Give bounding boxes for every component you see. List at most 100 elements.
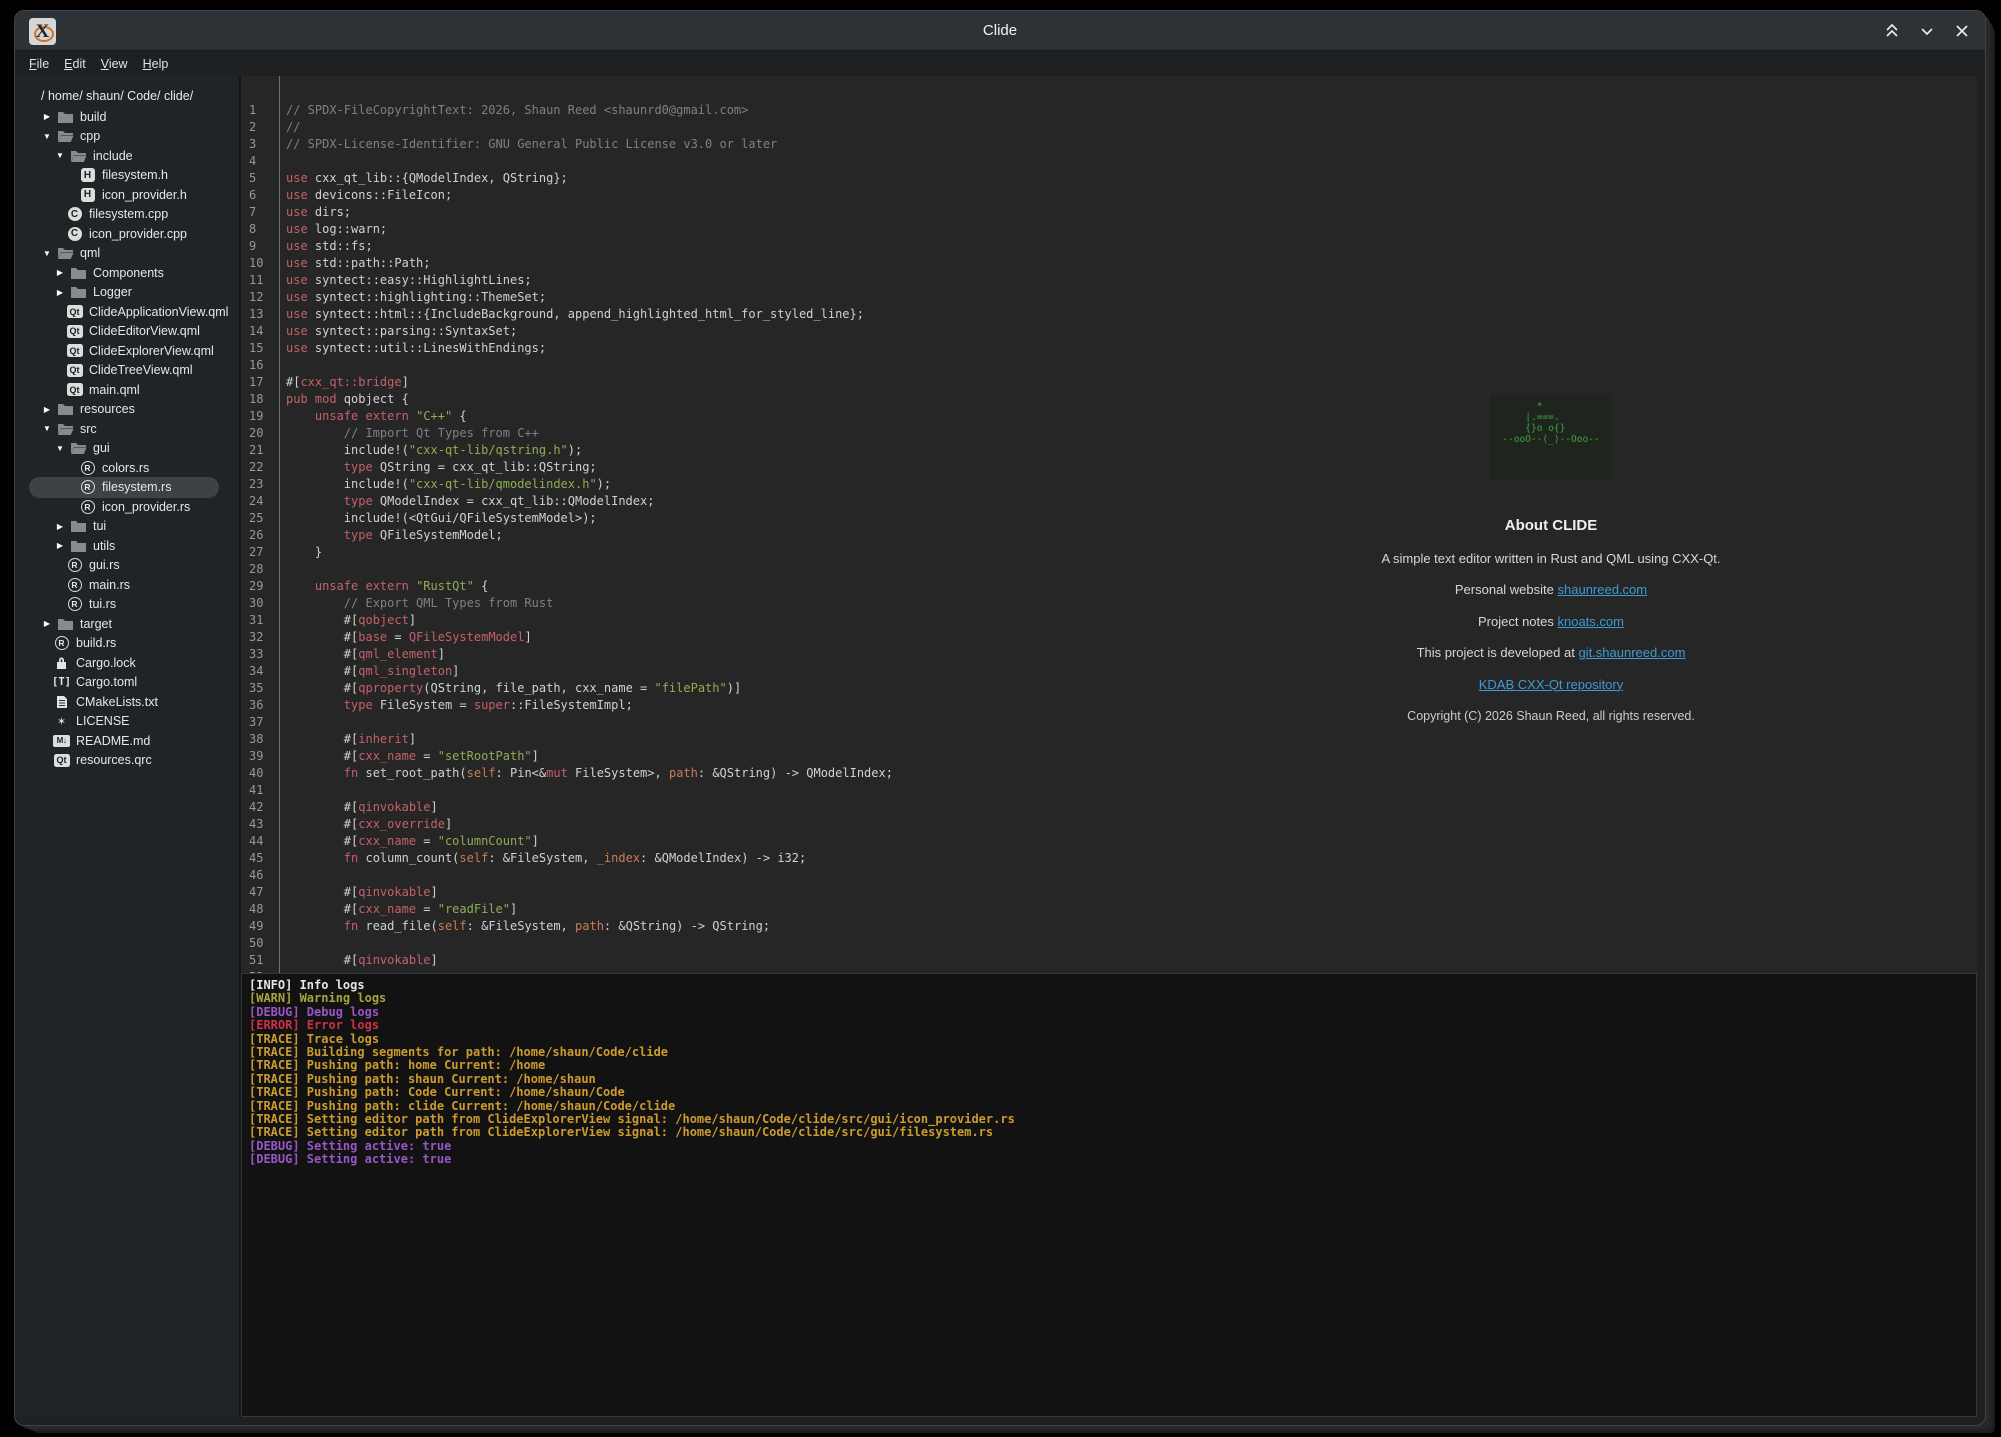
tree-item-license[interactable]: ✶LICENSE bbox=[31, 712, 239, 732]
tree-item-tui[interactable]: ▶tui bbox=[31, 517, 239, 537]
line-number: 3 bbox=[241, 136, 279, 153]
log-line-trace: [TRACE] Trace logs bbox=[249, 1033, 1976, 1046]
tree-item-clidetreeview-qml[interactable]: QtClideTreeView.qml bbox=[31, 361, 239, 381]
line-number: 4 bbox=[241, 153, 279, 170]
tree-item-main-qml[interactable]: Qtmain.qml bbox=[31, 380, 239, 400]
chevron-down-icon[interactable]: ▼ bbox=[54, 444, 66, 453]
tree-item-cpp[interactable]: ▼cpp bbox=[31, 127, 239, 147]
qt-file-icon: Qt bbox=[66, 343, 83, 358]
title-bar[interactable]: X Clide bbox=[15, 11, 1985, 51]
tree-item-label: LICENSE bbox=[76, 714, 130, 728]
line-number: 39 bbox=[241, 748, 279, 765]
tree-item-gui-rs[interactable]: Rgui.rs bbox=[31, 556, 239, 576]
tree-item-label: gui bbox=[93, 441, 110, 455]
qt-file-icon: Qt bbox=[66, 382, 83, 397]
tree-item-utils[interactable]: ▶utils bbox=[31, 536, 239, 556]
tree-item-label: tui.rs bbox=[89, 597, 116, 611]
menu-file[interactable]: File bbox=[29, 57, 49, 71]
code-line: 50 bbox=[241, 935, 1977, 952]
shade-button[interactable] bbox=[1879, 18, 1905, 44]
about-link-line: KDAB CXX-Qt repository bbox=[1241, 677, 1861, 692]
file-tree: ▶build▼cpp▼includeHfilesystem.hHicon_pro… bbox=[31, 107, 239, 770]
tree-item-main-rs[interactable]: Rmain.rs bbox=[31, 575, 239, 595]
tree-item-resources-qrc[interactable]: Qtresources.qrc bbox=[31, 751, 239, 771]
tree-item-clideeditorview-qml[interactable]: QtClideEditorView.qml bbox=[31, 322, 239, 342]
chevron-right-icon[interactable]: ▶ bbox=[41, 619, 53, 628]
code-line: 10use std::path::Path; bbox=[241, 255, 1977, 272]
tree-item-components[interactable]: ▶Components bbox=[31, 263, 239, 283]
menu-bar: File Edit View Help bbox=[15, 52, 1985, 76]
tree-item-readme-md[interactable]: M↓README.md bbox=[31, 731, 239, 751]
chevron-right-icon[interactable]: ▶ bbox=[54, 541, 66, 550]
code-editor[interactable]: 1// SPDX-FileCopyrightText: 2026, Shaun … bbox=[241, 76, 1977, 973]
chevron-right-icon[interactable]: ▶ bbox=[54, 522, 66, 531]
tree-item-tui-rs[interactable]: Rtui.rs bbox=[31, 595, 239, 615]
file-tree-panel[interactable]: / home/ shaun/ Code/ clide/ ▶build▼cpp▼i… bbox=[15, 76, 241, 1417]
close-button[interactable] bbox=[1949, 18, 1975, 44]
link-knoats-com[interactable]: knoats.com bbox=[1558, 614, 1624, 629]
chevron-right-icon[interactable]: ▶ bbox=[41, 405, 53, 414]
code-text: // bbox=[279, 119, 300, 136]
qt-file-icon: Qt bbox=[66, 324, 83, 339]
chevron-down-icon[interactable]: ▼ bbox=[41, 132, 53, 141]
tree-item-label: Cargo.lock bbox=[76, 656, 136, 670]
code-text: include!("cxx-qt-lib/qmodelindex.h"); bbox=[279, 476, 611, 493]
code-text: #[cxx_override] bbox=[279, 816, 452, 833]
tree-item-gui[interactable]: ▼ gui bbox=[31, 439, 239, 459]
tree-item-icon-provider-h[interactable]: Hicon_provider.h bbox=[31, 185, 239, 205]
line-number: 9 bbox=[241, 238, 279, 255]
tree-item-target[interactable]: ▶target bbox=[31, 614, 239, 634]
text-file-icon bbox=[53, 694, 70, 709]
tree-item-clideexplorerview-qml[interactable]: QtClideExplorerView.qml bbox=[31, 341, 239, 361]
tree-item-label: icon_provider.h bbox=[102, 188, 187, 202]
tree-item-include[interactable]: ▼include bbox=[31, 146, 239, 166]
tree-item-cmakelists-txt[interactable]: CMakeLists.txt bbox=[31, 692, 239, 712]
tree-item-src[interactable]: ▼src bbox=[31, 419, 239, 439]
tree-item-build-rs[interactable]: Rbuild.rs bbox=[31, 634, 239, 654]
tree-item-filesystem-rs[interactable]: Rfilesystem.rs bbox=[31, 478, 239, 498]
link-git-shaunreed-com[interactable]: git.shaunreed.com bbox=[1578, 645, 1685, 660]
menu-mnemonic: H bbox=[143, 57, 152, 71]
folder-open-icon bbox=[70, 441, 87, 456]
code-text bbox=[279, 153, 286, 170]
chevron-right-icon[interactable]: ▶ bbox=[54, 268, 66, 277]
tree-item-icon-provider-cpp[interactable]: Cicon_provider.cpp bbox=[31, 224, 239, 244]
chevron-down-icon[interactable]: ▼ bbox=[54, 151, 66, 160]
line-number: 26 bbox=[241, 527, 279, 544]
tree-item-cargo-lock[interactable]: Cargo.lock bbox=[31, 653, 239, 673]
tree-item-colors-rs[interactable]: Rcolors.rs bbox=[31, 458, 239, 478]
tree-item-filesystem-cpp[interactable]: Cfilesystem.cpp bbox=[31, 205, 239, 225]
link-kdab-cxx-qt-repository[interactable]: KDAB CXX-Qt repository bbox=[1479, 677, 1624, 692]
code-line: 49 fn read_file(self: &FileSystem, path:… bbox=[241, 918, 1977, 935]
minimize-button[interactable] bbox=[1914, 18, 1940, 44]
tree-item-icon-provider-rs[interactable]: Ricon_provider.rs bbox=[31, 497, 239, 517]
menu-edit[interactable]: Edit bbox=[64, 57, 86, 71]
code-text: unsafe extern "RustQt" { bbox=[279, 578, 488, 595]
menu-help[interactable]: Help bbox=[143, 57, 169, 71]
tree-item-cargo-toml[interactable]: [T]Cargo.toml bbox=[31, 673, 239, 693]
chevron-right-icon[interactable]: ▶ bbox=[54, 288, 66, 297]
code-line: 38 #[inherit] bbox=[241, 731, 1977, 748]
link-shaunreed-com[interactable]: shaunreed.com bbox=[1558, 582, 1648, 597]
log-panel[interactable]: [INFO] Info logs[WARN] Warning logs[DEBU… bbox=[241, 973, 1977, 1417]
menu-view[interactable]: View bbox=[101, 57, 128, 71]
app-icon-x-glyph: X bbox=[36, 22, 50, 41]
tree-item-filesystem-h[interactable]: Hfilesystem.h bbox=[31, 166, 239, 186]
line-number: 28 bbox=[241, 561, 279, 578]
tree-item-build[interactable]: ▶build bbox=[31, 107, 239, 127]
window-title: Clide bbox=[15, 22, 1985, 39]
folder-icon bbox=[70, 285, 87, 300]
line-number: 19 bbox=[241, 408, 279, 425]
tree-item-resources[interactable]: ▶resources bbox=[31, 400, 239, 420]
code-text: #[qproperty(QString, file_path, cxx_name… bbox=[279, 680, 741, 697]
code-text: use dirs; bbox=[279, 204, 351, 221]
chevron-right-icon[interactable]: ▶ bbox=[41, 112, 53, 121]
tree-item-clideapplicationview-qml[interactable]: QtClideApplicationView.qml bbox=[31, 302, 239, 322]
rust-file-icon: R bbox=[66, 558, 83, 573]
tree-item-qml[interactable]: ▼qml bbox=[31, 244, 239, 264]
rust-file-icon: R bbox=[66, 577, 83, 592]
chevron-down-icon[interactable]: ▼ bbox=[41, 249, 53, 258]
code-line: 17#[cxx_qt::bridge] bbox=[241, 374, 1977, 391]
tree-item-logger[interactable]: ▶Logger bbox=[31, 283, 239, 303]
chevron-down-icon[interactable]: ▼ bbox=[41, 424, 53, 433]
